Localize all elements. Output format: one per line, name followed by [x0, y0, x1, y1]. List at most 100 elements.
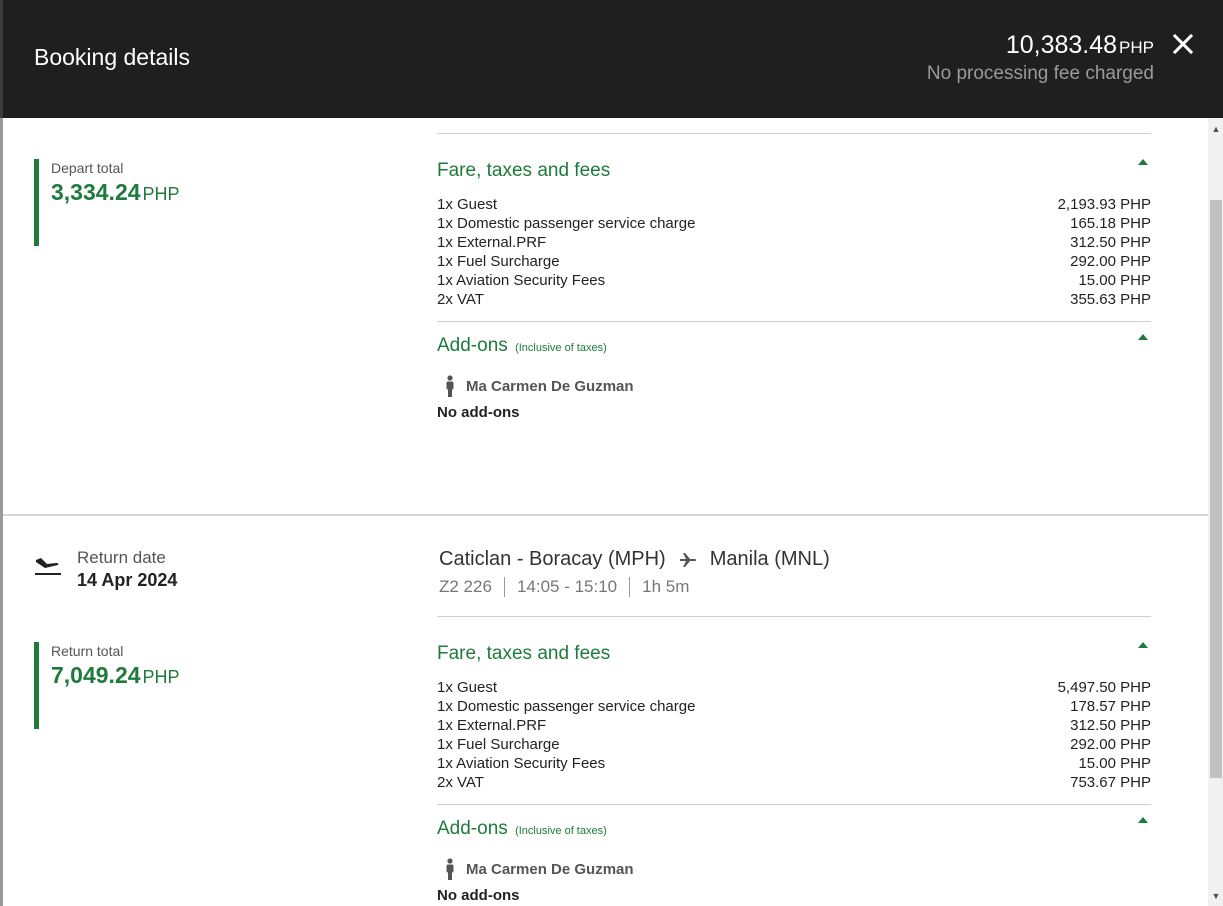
passenger-name: Ma Carmen De Guzman — [466, 377, 634, 395]
passenger: Ma Carmen De Guzman — [445, 858, 634, 880]
fee-row: 1x External.PRF 312.50 PHP — [437, 716, 1151, 735]
no-addons-text: No add-ons — [437, 887, 520, 904]
fee-row: 1x Fuel Surcharge 292.00 PHP — [437, 252, 1151, 271]
fee-label: 1x Guest — [437, 679, 498, 696]
addons-title: Add-ons — [437, 818, 508, 839]
fee-label: 2x VAT — [437, 774, 484, 791]
flight-land-icon — [35, 558, 61, 575]
divider — [437, 133, 1151, 134]
return-fares-collapse-icon[interactable] — [1138, 642, 1148, 648]
fee-row: 2x VAT 355.63 PHP — [437, 290, 1151, 309]
return-fee-list: 1x Guest 5,497.50 PHP 1x Domestic passeng… — [437, 678, 1151, 792]
fee-amount: 312.50 PHP — [1070, 234, 1151, 251]
fee-row: 1x External.PRF 312.50 PHP — [437, 233, 1151, 252]
fee-row: 1x Aviation Security Fees 15.00 PHP — [437, 271, 1151, 290]
close-button[interactable] — [1169, 30, 1197, 58]
addons-title: Add-ons — [437, 335, 508, 356]
booking-total-amount: 10,383.48 — [1005, 31, 1118, 59]
return-date: Return date 14 Apr 2024 — [34, 548, 177, 591]
processing-fee-note: No processing fee charged — [926, 63, 1154, 84]
addons-subtitle: (Inclusive of taxes) — [515, 342, 607, 354]
scrollbar-thumb[interactable] — [1210, 200, 1222, 778]
return-total-label: Return total — [51, 643, 124, 659]
fee-row: 1x Fuel Surcharge 292.00 PHP — [437, 735, 1151, 754]
fee-label: 1x Domestic passenger service charge — [437, 215, 696, 232]
fee-label: 1x Guest — [437, 196, 498, 213]
flight-duration: 1h 5m — [642, 577, 690, 596]
route-origin: Caticlan - Boracay (MPH) — [439, 548, 666, 570]
fee-label: 1x Fuel Surcharge — [437, 253, 560, 270]
depart-total-currency: PHP — [142, 184, 180, 204]
dialog-content: Depart total 3,334.24 PHP Fare, taxes and… — [3, 118, 1208, 906]
depart-total: Depart total 3,334.24 PHP — [34, 159, 251, 246]
fee-row: 2x VAT 753.67 PHP — [437, 773, 1151, 792]
fee-label: 1x External.PRF — [437, 717, 547, 734]
fee-amount: 2,193.93 PHP — [1057, 196, 1151, 213]
flight-meta: Z2 226 14:05 - 15:10 1h 5m — [439, 577, 689, 597]
close-icon — [1172, 33, 1194, 55]
divider — [437, 616, 1151, 617]
depart-addons-heading: Add-ons (Inclusive of taxes) — [437, 335, 607, 357]
fee-row: 1x Domestic passenger service charge 178.… — [437, 697, 1151, 716]
no-addons-text: No add-ons — [437, 404, 520, 421]
fee-label: 1x Fuel Surcharge — [437, 736, 560, 753]
passenger-name: Ma Carmen De Guzman — [466, 860, 634, 878]
fee-row: 1x Aviation Security Fees 15.00 PHP — [437, 754, 1151, 773]
return-date-label: Return date — [77, 548, 166, 567]
fee-amount: 292.00 PHP — [1070, 736, 1151, 753]
fee-amount: 5,497.50 PHP — [1057, 679, 1151, 696]
scroll-down-icon[interactable]: ▼ — [1211, 891, 1221, 901]
return-addons-heading: Add-ons (Inclusive of taxes) — [437, 818, 607, 840]
separator — [503, 577, 505, 597]
fee-label: 1x External.PRF — [437, 234, 547, 251]
person-icon — [446, 858, 454, 880]
fee-label: 1x Aviation Security Fees — [437, 272, 606, 289]
fee-amount: 312.50 PHP — [1070, 717, 1151, 734]
return-total-currency: PHP — [142, 667, 180, 687]
depart-total-label: Depart total — [51, 160, 124, 176]
depart-fares-collapse-icon[interactable] — [1138, 159, 1148, 165]
depart-total-amount: 3,334.24 — [51, 179, 141, 205]
fee-row: 1x Domestic passenger service charge 165.… — [437, 214, 1151, 233]
return-total-amount: 7,049.24 — [51, 662, 141, 688]
divider — [437, 804, 1151, 805]
depart-total-value: 3,334.24 PHP — [51, 179, 251, 206]
return-date-text: Return date 14 Apr 2024 — [77, 548, 177, 591]
fee-label: 1x Aviation Security Fees — [437, 755, 606, 772]
fee-amount: 292.00 PHP — [1070, 253, 1151, 270]
fee-label: 1x Domestic passenger service charge — [437, 698, 696, 715]
scroll-up-icon[interactable]: ▲ — [1211, 124, 1221, 134]
section-divider — [3, 514, 1208, 516]
fee-amount: 178.57 PHP — [1070, 698, 1151, 715]
fee-label: 2x VAT — [437, 291, 484, 308]
dialog-header: Booking details 10,383.48 PHP No processi… — [3, 0, 1223, 118]
return-route: Caticlan - Boracay (MPH) Manila (MNL) — [439, 548, 830, 571]
return-total-value: 7,049.24 PHP — [51, 662, 251, 689]
fee-row: 1x Guest 5,497.50 PHP — [437, 678, 1151, 697]
fee-row: 1x Guest 2,193.93 PHP — [437, 195, 1151, 214]
airplane-icon — [679, 552, 696, 567]
booking-total-currency: PHP — [1119, 38, 1154, 57]
fee-amount: 15.00 PHP — [1078, 755, 1151, 772]
route-destination: Manila (MNL) — [709, 548, 830, 570]
person-icon — [446, 375, 454, 397]
fee-amount: 15.00 PHP — [1078, 272, 1151, 289]
separator — [629, 577, 631, 597]
return-date-value: 14 Apr 2024 — [77, 570, 178, 590]
flight-time: 14:05 - 15:10 — [516, 577, 618, 596]
booking-details-dialog: Booking details 10,383.48 PHP No processi… — [0, 0, 1223, 906]
depart-fee-list: 1x Guest 2,193.93 PHP 1x Domestic passeng… — [437, 195, 1151, 309]
fee-amount: 165.18 PHP — [1070, 215, 1151, 232]
depart-addons-collapse-icon[interactable] — [1138, 334, 1148, 340]
return-total: Return total 7,049.24 PHP — [34, 642, 251, 729]
depart-fares-heading: Fare, taxes and fees — [437, 160, 611, 181]
return-fares-heading: Fare, taxes and fees — [437, 643, 611, 664]
dialog-title: Booking details — [34, 44, 190, 70]
fee-amount: 355.63 PHP — [1070, 291, 1151, 308]
return-addons-collapse-icon[interactable] — [1138, 817, 1148, 823]
addons-subtitle: (Inclusive of taxes) — [515, 825, 607, 837]
passenger: Ma Carmen De Guzman — [445, 375, 634, 397]
booking-total: 10,383.48 PHP — [1006, 31, 1154, 60]
fee-amount: 753.67 PHP — [1070, 774, 1151, 791]
flight-number: Z2 226 — [439, 577, 492, 596]
